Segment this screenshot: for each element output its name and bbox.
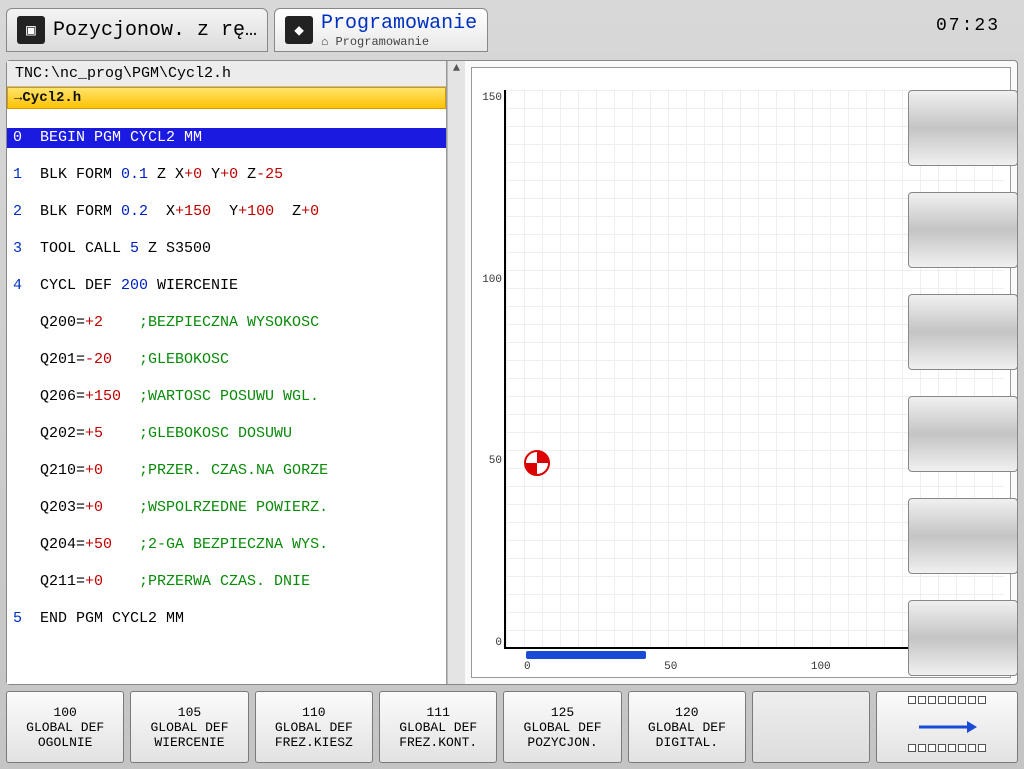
tab-title: Programowanie	[321, 12, 477, 35]
tab-crumb: ⌂ Programowanie	[321, 35, 477, 49]
code-line: 5 END PGM CYCL2 MM	[7, 609, 446, 629]
code-line: Q202=+5 ;GLEBOKOSC DOSUWU	[7, 424, 446, 444]
code-line: Q206=+150 ;WARTOSC POSUWU WGL.	[7, 387, 446, 407]
code-line: Q210=+0 ;PRZER. CZAS.NA GORZE	[7, 461, 446, 481]
right-softkey-6[interactable]	[908, 600, 1018, 676]
code-line: Q211=+0 ;PRZERWA CZAS. DNIE	[7, 572, 446, 592]
right-softkey-bar	[908, 90, 1018, 676]
tab-label: Pozycjonow. z rę…	[53, 19, 257, 42]
graphics-x-scrollbar[interactable]	[526, 651, 646, 659]
code-line: 1 BLK FORM 0.1 Z X+0 Y+0 Z-25	[7, 165, 446, 185]
file-path: TNC:\nc_prog\PGM\Cycl2.h	[7, 61, 446, 87]
arrow-right-icon	[917, 710, 977, 744]
code-line: Q201=-20 ;GLEBOKOSC	[7, 350, 446, 370]
code-line: 4 CYCL DEF 200 WIERCENIE	[7, 276, 446, 296]
editor-scrollbar[interactable]: ▲	[447, 61, 465, 684]
code-line: Q204=+50 ;2-GA BEZPIECZNA WYS.	[7, 535, 446, 555]
clock: 07:23	[936, 16, 1000, 36]
code-line: 2 BLK FORM 0.2 X+150 Y+100 Z+0	[7, 202, 446, 222]
softkey-100[interactable]: 100 GLOBAL DEF OGOLNIE	[6, 691, 124, 763]
code-line: Q203=+0 ;WSPOLRZEDNE POWIERZ.	[7, 498, 446, 518]
mode-icon: ▣	[17, 16, 45, 44]
page-indicator-icon	[908, 696, 986, 704]
main-panel: TNC:\nc_prog\PGM\Cycl2.h →Cycl2.h 0 BEGI…	[6, 60, 1018, 685]
softkey-120[interactable]: 120 GLOBAL DEF DIGITAL.	[628, 691, 746, 763]
page-indicator-icon	[908, 744, 986, 752]
softkey-111[interactable]: 111 GLOBAL DEF FREZ.KONT.	[379, 691, 497, 763]
code-line: 0 BEGIN PGM CYCL2 MM	[7, 128, 446, 148]
editor-panel: TNC:\nc_prog\PGM\Cycl2.h →Cycl2.h 0 BEGI…	[7, 61, 447, 684]
y-axis-ticks: 150 100 50 0	[474, 92, 502, 649]
softkey-110[interactable]: 110 GLOBAL DEF FREZ.KIESZ	[255, 691, 373, 763]
programming-icon: ◆	[285, 16, 313, 44]
right-softkey-5[interactable]	[908, 498, 1018, 574]
softkey-125[interactable]: 125 GLOBAL DEF POZYCJON.	[503, 691, 621, 763]
right-softkey-4[interactable]	[908, 396, 1018, 472]
code-line: Q200=+2 ;BEZPIECZNA WYSOKOSC	[7, 313, 446, 333]
softkey-105[interactable]: 105 GLOBAL DEF WIERCENIE	[130, 691, 248, 763]
right-softkey-1[interactable]	[908, 90, 1018, 166]
bottom-softkey-bar: 100 GLOBAL DEF OGOLNIE 105 GLOBAL DEF WI…	[6, 691, 1018, 763]
file-name: →Cycl2.h	[7, 87, 446, 109]
right-softkey-3[interactable]	[908, 294, 1018, 370]
softkey-empty[interactable]	[752, 691, 870, 763]
code-area[interactable]: 0 BEGIN PGM CYCL2 MM 1 BLK FORM 0.1 Z X+…	[7, 109, 446, 684]
tab-programming[interactable]: ◆ Programowanie ⌂ Programowanie	[274, 8, 488, 52]
right-softkey-2[interactable]	[908, 192, 1018, 268]
tab-positioning[interactable]: ▣ Pozycjonow. z rę…	[6, 8, 268, 52]
code-line: 3 TOOL CALL 5 Z S3500	[7, 239, 446, 259]
scroll-up-icon[interactable]: ▲	[448, 61, 465, 79]
softkey-pager[interactable]	[876, 691, 1018, 763]
origin-marker-icon	[524, 450, 550, 476]
